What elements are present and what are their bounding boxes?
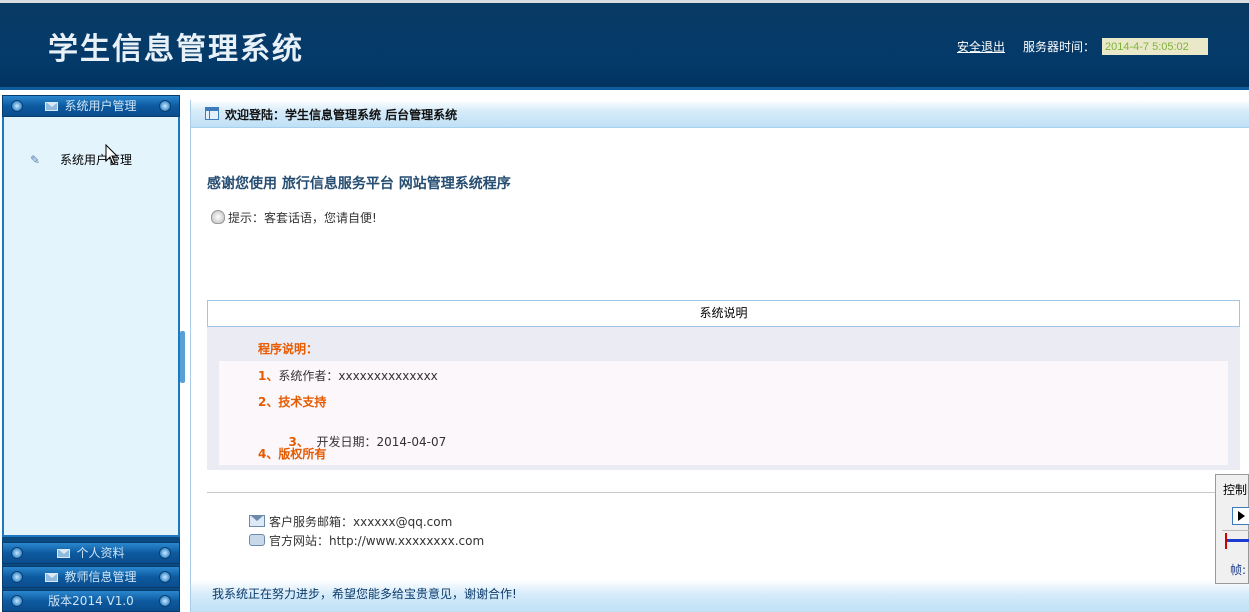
row-text: 开发日期：2014-04-07 bbox=[308, 435, 447, 449]
app-title: 学生信息管理系统 bbox=[48, 32, 304, 67]
footer-text: 我系统正在努力进步，希望您能多给宝贵意见，谢谢合作! bbox=[212, 587, 517, 601]
knob-icon bbox=[11, 595, 23, 607]
content-title: 欢迎登陆：学生信息管理系统 后台管理系统 bbox=[225, 108, 458, 122]
control-widget: 控制 帧: bbox=[1215, 474, 1249, 584]
sidebar-section-teachers[interactable]: 教师信息管理 bbox=[2, 566, 180, 588]
system-info-table: 系统说明 程序说明： 1、系统作者：xxxxxxxxxxxxxx 2、技术支持 … bbox=[207, 300, 1240, 470]
sidebar-section-label: 个人资料 bbox=[76, 546, 125, 560]
sidebar: 系统用户管理 ✎ 系统用户管理 个人资料 教师信息管理 版本2014 V1.0 bbox=[2, 95, 180, 612]
main-content: 欢迎登陆：学生信息管理系统 后台管理系统 感谢您使用 旅行信息服务平台 网站管理… bbox=[190, 100, 1249, 612]
program-description-label: 程序说明： bbox=[258, 342, 319, 356]
sidebar-section-version: 版本2014 V1.0 bbox=[2, 590, 180, 612]
play-button[interactable] bbox=[1232, 507, 1249, 525]
sidebar-section-label: 系统用户管理 bbox=[64, 99, 137, 113]
contact-website-text: 官方网站：http://www.xxxxxxxx.com bbox=[269, 534, 485, 548]
row-number: 2、 bbox=[258, 395, 279, 409]
sidebar-splitter[interactable] bbox=[180, 95, 188, 612]
table-row: 2、技术支持 bbox=[258, 393, 326, 410]
sidebar-section-system-users[interactable]: 系统用户管理 bbox=[2, 95, 180, 117]
timeline-track[interactable] bbox=[1226, 539, 1249, 542]
table-row: 4、版权所有 bbox=[258, 445, 326, 462]
window-icon bbox=[205, 107, 219, 120]
app-header: 学生信息管理系统 安全退出 服务器时间： bbox=[0, 0, 1249, 90]
server-time-field[interactable] bbox=[1102, 38, 1208, 55]
envelope-icon bbox=[45, 102, 59, 111]
knob-icon bbox=[159, 547, 171, 559]
lightbulb-icon bbox=[211, 210, 225, 224]
row-text: 版权所有 bbox=[278, 447, 327, 461]
top-border bbox=[0, 0, 1249, 3]
content-title-bar: 欢迎登陆：学生信息管理系统 后台管理系统 bbox=[191, 100, 1249, 128]
row-number: 4、 bbox=[258, 447, 279, 461]
sidebar-panel: ✎ 系统用户管理 bbox=[2, 117, 180, 537]
header-bottom-border bbox=[0, 87, 1249, 90]
knob-icon bbox=[11, 571, 23, 583]
server-time-label: 服务器时间： bbox=[1023, 40, 1096, 54]
row-text: 系统作者：xxxxxxxxxxxxxx bbox=[278, 369, 438, 383]
knob-icon bbox=[159, 100, 171, 112]
tip-text: 提示：客套话语，您请自便! bbox=[211, 209, 377, 226]
table-rows: 1、系统作者：xxxxxxxxxxxxxx 2、技术支持 3、 开发日期：201… bbox=[219, 361, 1228, 465]
welcome-heading: 感谢您使用 旅行信息服务平台 网站管理系统程序 bbox=[207, 176, 511, 192]
contact-email-text: 客户服务邮箱：xxxxxx@qq.com bbox=[269, 515, 453, 529]
phone-icon bbox=[249, 534, 265, 546]
table-row: 1、系统作者：xxxxxxxxxxxxxx bbox=[258, 367, 438, 384]
envelope-icon bbox=[45, 573, 59, 582]
mouse-cursor-icon bbox=[105, 144, 119, 165]
footer-bar: 我系统正在努力进步，希望您能多给宝贵意见，谢谢合作! bbox=[191, 580, 1249, 612]
sidebar-section-profile[interactable]: 个人资料 bbox=[2, 542, 180, 564]
knob-icon bbox=[11, 100, 23, 112]
row-number: 1、 bbox=[258, 369, 279, 383]
sidebar-section-label: 教师信息管理 bbox=[64, 570, 137, 584]
splitter-grip[interactable] bbox=[180, 331, 185, 383]
pencil-icon: ✎ bbox=[30, 153, 41, 167]
envelope-icon bbox=[57, 549, 71, 558]
contact-website: 官方网站：http://www.xxxxxxxx.com bbox=[249, 532, 484, 549]
tip-label: 提示：客套话语，您请自便! bbox=[228, 211, 377, 225]
table-header: 系统说明 bbox=[207, 300, 1240, 327]
frame-label: 帧: bbox=[1230, 563, 1247, 577]
knob-icon bbox=[11, 547, 23, 559]
divider bbox=[207, 492, 1240, 493]
control-label: 控制 bbox=[1223, 483, 1248, 497]
knob-icon bbox=[159, 595, 171, 607]
contact-email: 客户服务邮箱：xxxxxx@qq.com bbox=[249, 513, 452, 530]
mail-icon bbox=[249, 515, 265, 527]
row-text: 技术支持 bbox=[278, 395, 327, 409]
control-separator bbox=[1222, 530, 1249, 531]
sidebar-item-label: 系统用户管理 bbox=[60, 153, 133, 167]
timeline-marker[interactable] bbox=[1225, 533, 1227, 549]
logout-link[interactable]: 安全退出 bbox=[957, 38, 1005, 55]
version-label: 版本2014 V1.0 bbox=[48, 594, 134, 608]
knob-icon bbox=[159, 571, 171, 583]
